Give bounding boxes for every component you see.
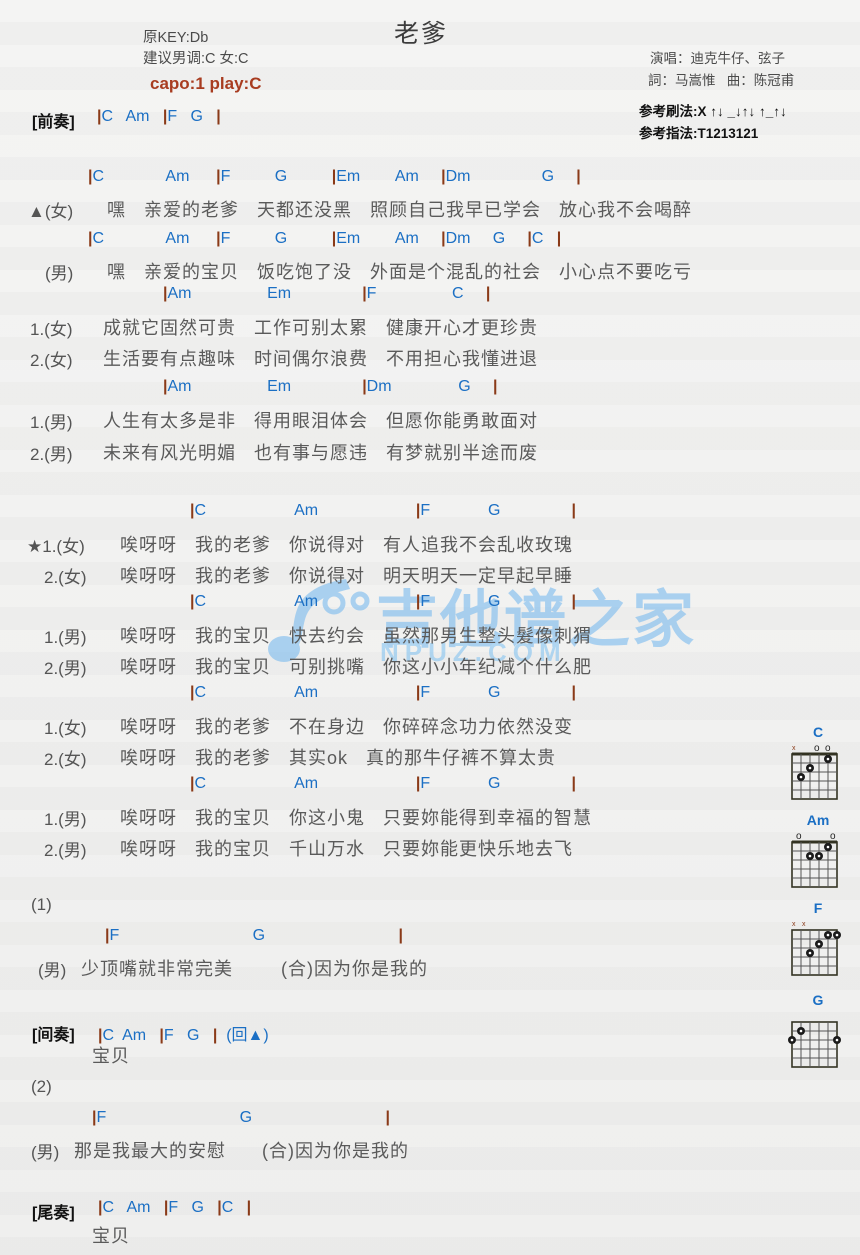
ending2-label: (2) <box>31 1077 52 1096</box>
chorus-4-line1-lyric: 唉呀呀 我的宝贝 你这小鬼 只要妳能得到幸福的智慧 <box>120 808 593 828</box>
chord-diagram-g-grid <box>788 1021 841 1068</box>
section-interlude-label: [间奏] <box>32 1027 75 1044</box>
strum-pattern: 参考刷法:X ↑↓ _↓↑↓ ↑_↑↓ <box>639 104 787 119</box>
capo-label: capo:1 play:C <box>150 74 262 93</box>
chorus-3-line2-marker: 2.(女) <box>44 750 87 769</box>
chord-diagram-am-name: Am <box>806 812 830 828</box>
chorus-4-line1-marker: 1.(男) <box>44 810 87 829</box>
chorus-2-line1-lyric: 唉呀呀 我的宝贝 快去约会 虽然那男生整头髮像刺猬 <box>120 626 593 646</box>
verse-b-block2-line1-marker: 1.(男) <box>30 413 73 432</box>
chorus-2-line1-marker: 1.(男) <box>44 628 87 647</box>
verse-b-block2-line2-lyric: 未来有风光明媚 也有事与愿违 有梦就别半途而废 <box>103 443 539 463</box>
chorus-1-line1-lyric: 唉呀呀 我的老爹 你说得对 有人追我不会乱收玫瑰 <box>120 535 574 555</box>
verse-b-block1-line2-lyric: 生活要有点趣味 时间偶尔浪费 不用担心我懂进退 <box>103 349 539 369</box>
chorus-3-line1-lyric: 唉呀呀 我的老爹 不在身边 你碎碎念功力依然没变 <box>120 717 574 737</box>
chorus-1-line2-lyric: 唉呀呀 我的老爹 你说得对 明天明天一定早起早睡 <box>120 566 574 586</box>
chord-diagram-c-name: C <box>812 724 824 740</box>
ending2-marker: (男) <box>31 1143 60 1162</box>
ending1-chords: |F G | <box>105 927 403 944</box>
chorus-3-line1-marker: 1.(女) <box>44 719 87 738</box>
chorus-4-line2-marker: 2.(男) <box>44 841 87 860</box>
verse-a-row2-lyric: 嘿 亲爱的宝贝 饭吃饱了没 外面是个混乱的社会 小心点不要吃亏 <box>107 262 693 282</box>
section-outro-label: [尾奏] <box>32 1205 75 1222</box>
verse-b-block1-line1-lyric: 成就它固然可贵 工作可别太累 健康开心才更珍贵 <box>103 318 539 338</box>
svg-text:o: o <box>825 743 831 754</box>
verse-b-block1-chords: |Am Em |F C | <box>163 285 491 302</box>
chorus-1-line2-marker: 2.(女) <box>44 568 87 587</box>
chorus-1-chords: |C Am |F G | <box>190 502 576 519</box>
verse-a-row2-marker: (男) <box>45 264 74 283</box>
verse-a-row2-chords: |C Am |F G |Em Am |Dm G |C | <box>88 230 562 247</box>
chord-diagram-g-name: G <box>812 992 824 1008</box>
chord-diagram-am: Am o o <box>787 812 849 891</box>
chorus-3-chords: |C Am |F G | <box>190 684 576 701</box>
verse-b-block2-line1-lyric: 人生有太多是非 得用眼泪体会 但愿你能勇敢面对 <box>103 411 539 431</box>
section-intro-chords: |C Am |F G | <box>97 108 221 125</box>
chorus-3-line2-lyric: 唉呀呀 我的老爹 其实ok 真的那牛仔裤不算太贵 <box>120 748 557 768</box>
ending2-lyric: 那是我最大的安慰 (合)因为你是我的 <box>74 1141 409 1161</box>
writer-credit: 詞：马嵩惟 曲：陈冠甫 <box>648 73 795 88</box>
verse-b-block2-line2-marker: 2.(男) <box>30 445 73 464</box>
chord-diagram-am-grid: o o <box>791 831 838 888</box>
section-outro-lyric: 宝贝 <box>92 1226 130 1246</box>
verse-a-row1-lyric: 嘿 亲爱的老爹 天都还没黑 照顾自己我早已学会 放心我不会喝醉 <box>107 200 693 220</box>
svg-text:x: x <box>802 921 806 928</box>
verse-b-block1-line2-marker: 2.(女) <box>30 351 73 370</box>
chorus-4-line2-lyric: 唉呀呀 我的宝贝 千山万水 只要妳能更快乐地去飞 <box>120 839 574 859</box>
ending1-label: (1) <box>31 895 52 914</box>
chord-diagram-c-grid: x o o <box>791 743 838 800</box>
chord-diagram-g: G <box>787 992 849 1071</box>
chorus-1-line1-marker: ★1.(女) <box>27 537 85 556</box>
chord-diagram-f-grid: x x <box>791 921 841 976</box>
chorus-2-line2-lyric: 唉呀呀 我的宝贝 可别挑嘴 你这小小年纪减个什么肥 <box>120 657 593 677</box>
section-intro-label: [前奏] <box>32 114 75 131</box>
ending1-lyric: 少顶嘴就非常完美 (合)因为你是我的 <box>81 959 428 979</box>
page-title: 老爹 <box>394 20 449 48</box>
chord-diagram-f-name: F <box>813 900 823 916</box>
svg-text:o: o <box>830 831 836 842</box>
ending1-marker: (男) <box>38 961 67 980</box>
ending2-chords: |F G | <box>92 1109 390 1126</box>
section-interlude-lyric: 宝贝 <box>92 1046 130 1066</box>
svg-text:x: x <box>792 921 796 928</box>
chorus-2-line2-marker: 2.(男) <box>44 659 87 678</box>
suggested-key-label: 建议男调:C 女:C <box>143 51 249 67</box>
singer-credit: 演唱：迪克牛仔、弦子 <box>650 51 785 66</box>
verse-b-block2-chords: |Am Em |Dm G | <box>163 378 498 395</box>
chorus-2-chords: |C Am |F G | <box>190 593 576 610</box>
verse-a-row1-marker: ▲(女) <box>28 202 74 221</box>
fingering-pattern: 参考指法:T1213121 <box>639 126 759 141</box>
svg-text:o: o <box>814 743 820 754</box>
chorus-4-chords: |C Am |F G | <box>190 775 576 792</box>
verse-a-row1-chords: |C Am |F G |Em Am |Dm G | <box>88 168 581 185</box>
section-outro-chords: |C Am |F G |C | <box>98 1199 252 1216</box>
verse-b-block1-line1-marker: 1.(女) <box>30 320 73 339</box>
svg-text:x: x <box>792 745 796 752</box>
chord-diagram-c: C x o o <box>787 724 849 803</box>
chord-diagram-f: F x x <box>787 900 849 979</box>
svg-text:o: o <box>796 831 802 842</box>
original-key-label: 原KEY:Db <box>143 30 209 46</box>
